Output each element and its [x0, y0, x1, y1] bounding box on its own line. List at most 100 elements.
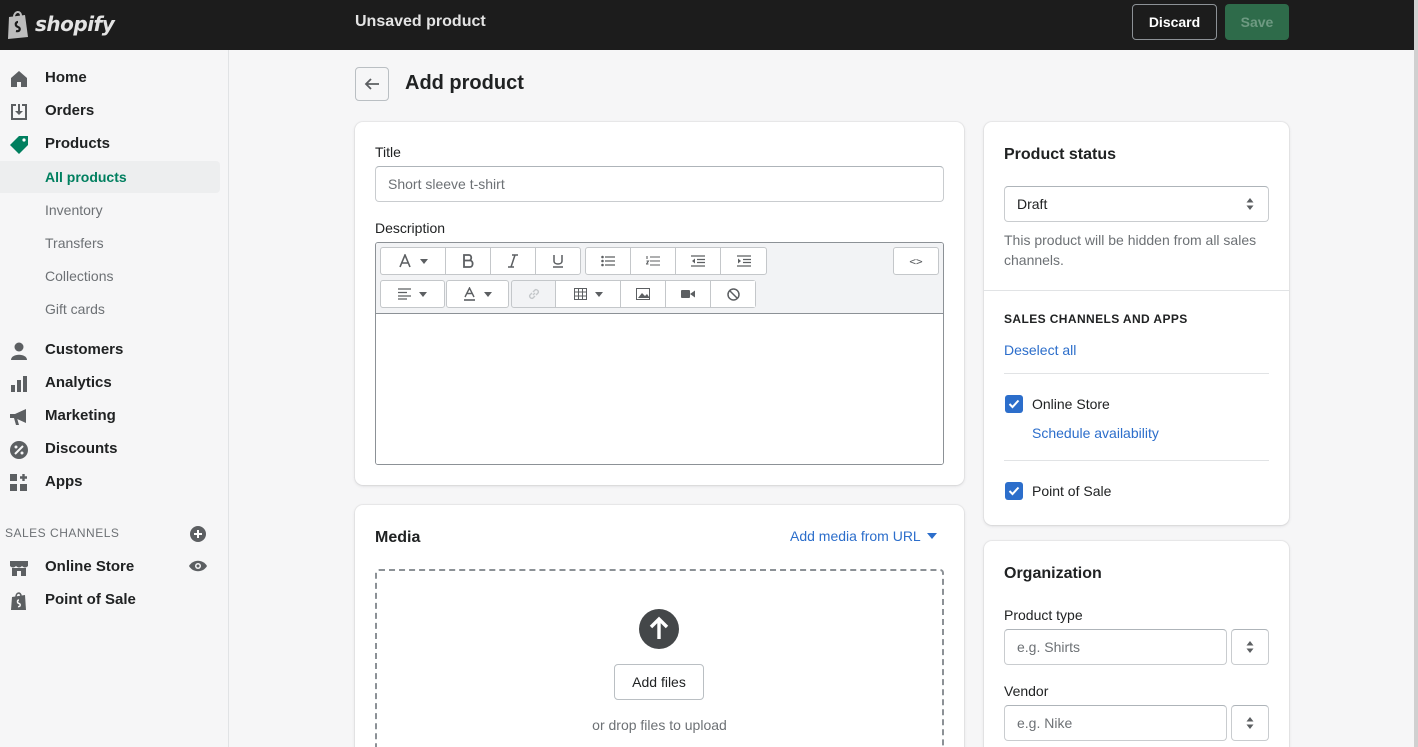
title-label: Title: [375, 144, 401, 160]
product-status-card: Product status Draft This product will b…: [984, 122, 1289, 525]
bullet-list-button[interactable]: [586, 248, 631, 274]
outdent-icon: [691, 255, 705, 267]
add-channel-icon[interactable]: [189, 525, 207, 543]
orders-icon: [11, 104, 27, 120]
html-toggle-group: <>: [893, 247, 939, 275]
clear-format-icon: [726, 287, 740, 301]
sidebar-item-apps[interactable]: Apps: [0, 465, 220, 498]
sidebar-channel-point-of-sale[interactable]: Point of Sale: [0, 583, 220, 616]
select-arrows-icon: [1246, 641, 1254, 653]
sidebar-subitem-inventory[interactable]: Inventory: [0, 194, 220, 226]
eye-icon[interactable]: [188, 558, 208, 574]
insert-video-button[interactable]: [666, 281, 711, 307]
vendor-placeholder: e.g. Nike: [1017, 715, 1073, 731]
select-arrows-icon: [1246, 198, 1254, 210]
sidebar-channel-online-store[interactable]: Online Store: [0, 550, 220, 583]
status-selected-value: Draft: [1017, 196, 1048, 212]
discount-icon: [10, 441, 28, 459]
sidebar-item-label: Home: [45, 69, 87, 86]
font-style-dropdown[interactable]: [381, 248, 446, 274]
html-toggle-button[interactable]: <>: [894, 248, 938, 274]
sidebar-item-label: Point of Sale: [45, 591, 136, 608]
shopify-logo[interactable]: shopify: [5, 8, 115, 40]
title-input[interactable]: Short sleeve t-shirt: [375, 166, 944, 202]
apps-icon: [10, 474, 27, 491]
sidebar-item-label: Marketing: [45, 407, 116, 424]
status-help-text: This product will be hidden from all sal…: [1004, 232, 1257, 268]
image-icon: [636, 288, 650, 300]
product-type-label: Product type: [1004, 607, 1083, 623]
sidebar-item-customers[interactable]: Customers: [0, 333, 220, 366]
vendor-input[interactable]: e.g. Nike: [1004, 705, 1227, 741]
editor-toolbar: <>: [376, 243, 943, 314]
home-icon: [11, 71, 27, 87]
sidebar-subitem-collections[interactable]: Collections: [0, 260, 220, 292]
product-type-placeholder: e.g. Shirts: [1017, 639, 1081, 655]
add-media-url-label: Add media from URL: [790, 528, 921, 544]
media-dropzone[interactable]: Add files or drop files to upload: [375, 569, 944, 747]
point-of-sale-label: Point of Sale: [1032, 483, 1112, 499]
align-left-icon: [398, 288, 411, 300]
sidebar-item-label: Online Store: [45, 558, 135, 575]
sidebar: Home Orders Products All products Invent…: [0, 50, 229, 747]
deselect-all-link[interactable]: Deselect all: [1004, 342, 1076, 358]
page-scrollbar[interactable]: [1414, 0, 1418, 747]
align-dropdown[interactable]: [381, 281, 444, 307]
description-label: Description: [375, 220, 446, 236]
sidebar-subitem-all-products[interactable]: All products: [0, 161, 220, 193]
save-button[interactable]: Save: [1225, 4, 1289, 40]
sidebar-item-discounts[interactable]: Discounts: [0, 432, 220, 465]
table-icon: [573, 288, 587, 300]
sidebar-item-label: Analytics: [45, 374, 112, 391]
discard-button[interactable]: Discard: [1132, 4, 1217, 40]
drop-hint: or drop files to upload: [592, 717, 727, 733]
text-color-dropdown[interactable]: [447, 281, 508, 307]
insert-image-button[interactable]: [621, 281, 666, 307]
list-format-group: [585, 247, 767, 275]
link-button[interactable]: [512, 281, 556, 307]
table-dropdown[interactable]: [556, 281, 621, 307]
back-button[interactable]: [355, 67, 389, 101]
bullet-list-icon: [601, 255, 615, 267]
megaphone-icon: [10, 409, 26, 425]
sidebar-subitem-transfers[interactable]: Transfers: [0, 227, 220, 259]
sidebar-item-analytics[interactable]: Analytics: [0, 366, 220, 399]
online-store-checkbox[interactable]: [1005, 395, 1023, 413]
sidebar-subitem-label: Inventory: [45, 202, 103, 218]
numbered-list-button[interactable]: [631, 248, 676, 274]
clear-formatting-button[interactable]: [711, 281, 755, 307]
divider: [1004, 460, 1269, 461]
organization-card: Organization Product type e.g. Shirts Ve…: [984, 541, 1289, 747]
underline-icon: [553, 255, 563, 268]
upload-arrow-icon: [639, 609, 679, 649]
italic-icon: [508, 254, 518, 268]
bold-button[interactable]: [446, 248, 491, 274]
sidebar-item-label: Orders: [45, 102, 95, 119]
point-of-sale-checkbox[interactable]: [1005, 482, 1023, 500]
indent-button[interactable]: [721, 248, 766, 274]
sidebar-subitem-label: Gift cards: [45, 301, 105, 317]
status-select[interactable]: Draft: [1004, 186, 1269, 222]
description-textarea[interactable]: [376, 314, 943, 464]
product-type-input[interactable]: e.g. Shirts: [1004, 629, 1227, 665]
add-files-button[interactable]: Add files: [614, 664, 704, 700]
sales-channels-apps-heading: SALES CHANNELS AND APPS: [1004, 312, 1188, 326]
shopify-bag-icon: [8, 11, 28, 39]
insert-group: [511, 280, 756, 308]
select-arrows-icon: [1246, 717, 1254, 729]
sidebar-item-products[interactable]: Products: [0, 127, 220, 160]
sidebar-item-label: Customers: [45, 341, 124, 358]
add-media-url-link[interactable]: Add media from URL: [790, 528, 937, 544]
sidebar-item-home[interactable]: Home: [0, 61, 220, 94]
underline-button[interactable]: [536, 248, 580, 274]
sidebar-item-orders[interactable]: Orders: [0, 94, 220, 127]
outdent-button[interactable]: [676, 248, 721, 274]
indent-icon: [736, 255, 751, 267]
italic-button[interactable]: [491, 248, 536, 274]
product-type-select-button[interactable]: [1231, 629, 1269, 665]
sidebar-item-marketing[interactable]: Marketing: [0, 399, 220, 432]
top-bar: shopify Unsaved product Discard Save: [0, 0, 1418, 50]
schedule-availability-link[interactable]: Schedule availability: [1032, 425, 1159, 441]
sidebar-subitem-gift-cards[interactable]: Gift cards: [0, 293, 220, 325]
vendor-select-button[interactable]: [1231, 705, 1269, 741]
